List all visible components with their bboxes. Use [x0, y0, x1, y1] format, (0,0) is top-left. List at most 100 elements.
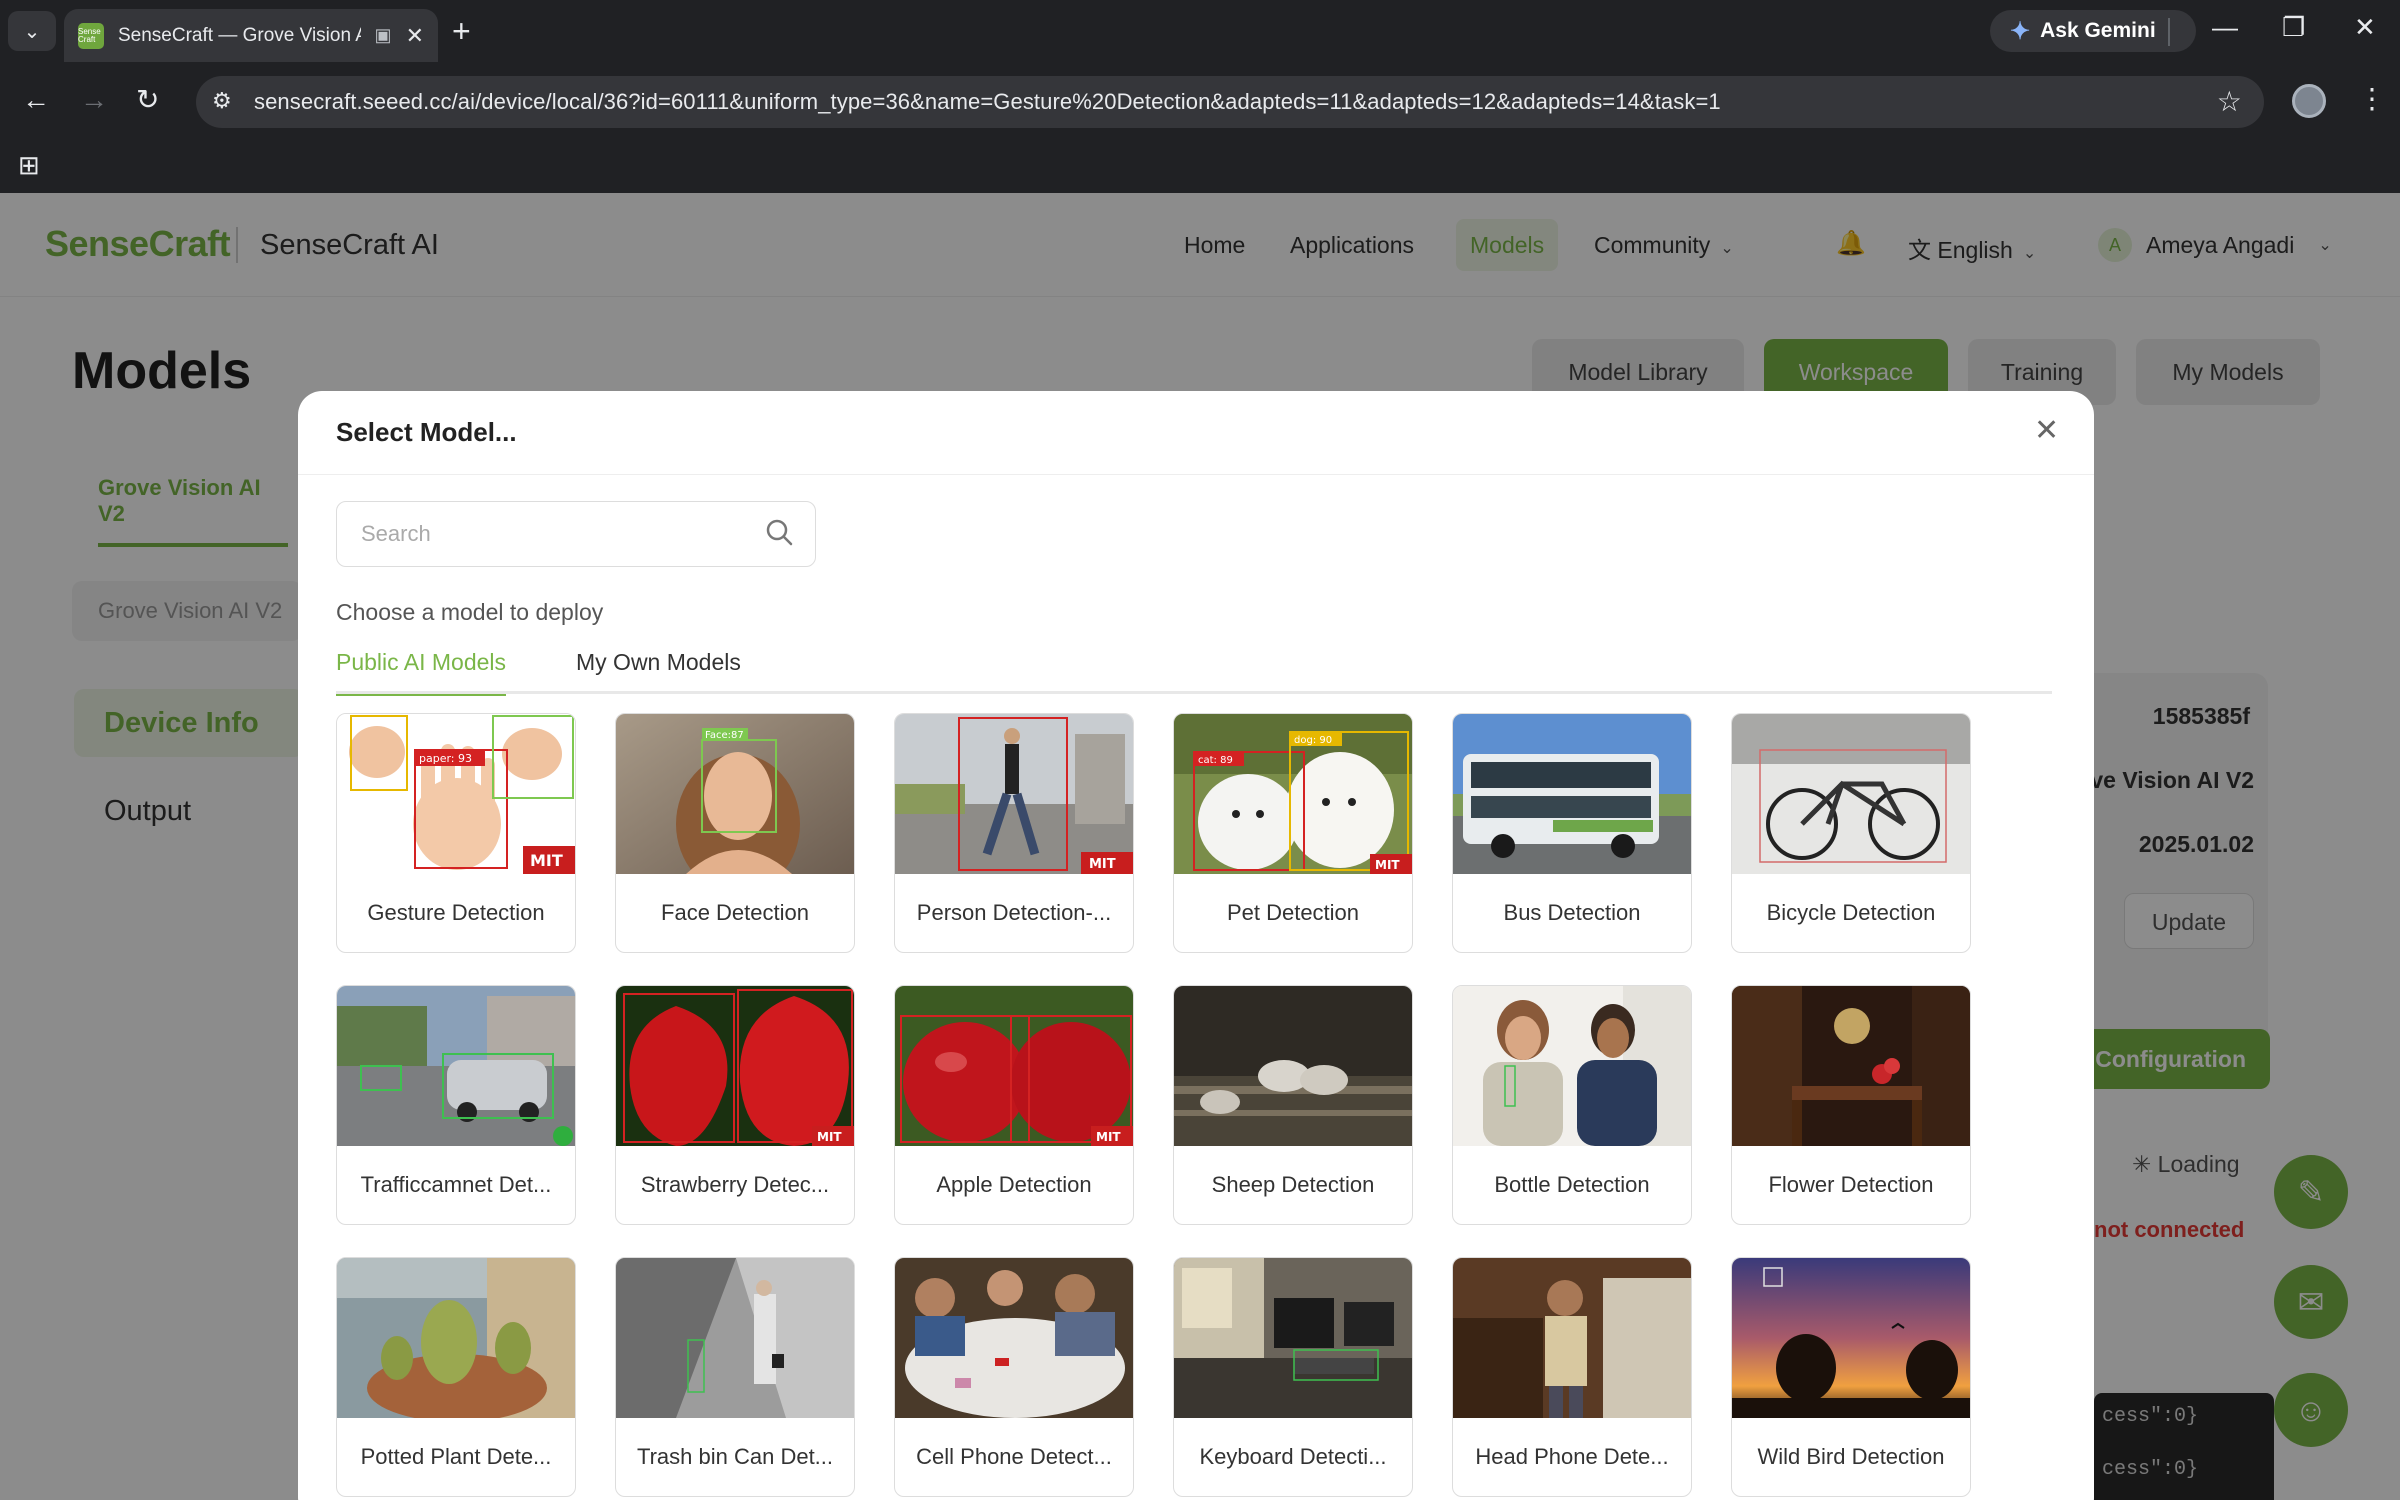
- model-card-bus[interactable]: Bus Detection: [1452, 713, 1692, 953]
- choose-hint: Choose a model to deploy: [336, 599, 604, 625]
- model-card-person[interactable]: MIT Person Detection-...: [894, 713, 1134, 953]
- bicycle-thumb: [1732, 714, 1970, 874]
- bus-thumb: [1453, 714, 1691, 874]
- model-name: Keyboard Detecti...: [1199, 1444, 1387, 1469]
- url-text: sensecraft.seeed.cc/ai/device/local/36?i…: [254, 89, 1721, 114]
- model-thumbnail: [1732, 1258, 1970, 1418]
- close-window-button[interactable]: ✕: [2354, 12, 2376, 43]
- sheep-thumb: [1174, 986, 1412, 1146]
- model-name: Person Detection-...: [916, 900, 1112, 925]
- search-input[interactable]: [336, 501, 816, 567]
- model-thumbnail: [337, 986, 575, 1146]
- gemini-icon: ✦: [2010, 17, 2031, 45]
- model-card-potted-plant[interactable]: Potted Plant Dete...: [336, 1257, 576, 1497]
- model-thumbnail: [1174, 986, 1412, 1146]
- keyboard-thumb: [1174, 1258, 1412, 1418]
- model-thumbnail: MIT: [895, 986, 1133, 1146]
- pet-thumb: cat: 89 dog: 90 MIT: [1174, 714, 1412, 874]
- model-thumbnail: MIT: [895, 714, 1133, 874]
- address-bar[interactable]: ⚙ sensecraft.seeed.cc/ai/device/local/36…: [196, 76, 2264, 128]
- tab-my-own-models[interactable]: My Own Models: [576, 649, 741, 692]
- thumb-label: Face:87: [705, 730, 744, 741]
- model-card-bottle[interactable]: Bottle Detection: [1452, 985, 1692, 1225]
- bookmark-star-icon[interactable]: ☆: [2217, 85, 2242, 118]
- tab-strip: ⌄ Sense Craft SenseCraft — Grove Vision …: [0, 0, 2400, 62]
- model-card-cell-phone[interactable]: Cell Phone Detect...: [894, 1257, 1134, 1497]
- tab-public-ai-models[interactable]: Public AI Models: [336, 649, 507, 696]
- gesture-thumb: paper: 93 MIT: [337, 714, 575, 874]
- model-thumbnail: [1453, 1258, 1691, 1418]
- model-name: Strawberry Detec...: [640, 1172, 830, 1197]
- model-card-face[interactable]: Face:87 Face Detection: [615, 713, 855, 953]
- person-thumb: MIT: [895, 714, 1133, 874]
- tab-media-icon: ▣: [374, 25, 392, 45]
- model-thumbnail: paper: 93 MIT: [337, 714, 575, 874]
- mit-badge: MIT: [1089, 857, 1116, 872]
- trash-bin-thumb: [616, 1258, 854, 1418]
- profile-avatar[interactable]: [2292, 84, 2326, 118]
- wild-bird-thumb: [1732, 1258, 1970, 1418]
- model-name: Sheep Detection: [1211, 1172, 1375, 1197]
- search-icon[interactable]: [764, 517, 794, 547]
- model-card-flower[interactable]: Flower Detection: [1731, 985, 1971, 1225]
- model-card-apple[interactable]: MIT Apple Detection: [894, 985, 1134, 1225]
- head-phone-thumb: [1453, 1258, 1691, 1418]
- model-thumbnail: [895, 1258, 1133, 1418]
- mit-badge: MIT: [1375, 858, 1400, 872]
- model-thumbnail: [1732, 714, 1970, 874]
- model-thumbnail: [1174, 1258, 1412, 1418]
- model-card-pet[interactable]: cat: 89 dog: 90 MIT Pet Detection: [1173, 713, 1413, 953]
- minimize-button[interactable]: —: [2212, 12, 2238, 43]
- strawberry-thumb: MIT: [616, 986, 854, 1146]
- browser-menu-icon[interactable]: ⋮: [2358, 82, 2386, 115]
- dialog-header: Select Model... ✕: [298, 391, 2094, 475]
- traffic-thumb: [337, 986, 575, 1146]
- model-card-strawberry[interactable]: MIT Strawberry Detec...: [615, 985, 855, 1225]
- model-thumbnail: [1453, 714, 1691, 874]
- model-name: Apple Detection: [936, 1172, 1092, 1197]
- model-name: Gesture Detection: [367, 900, 545, 925]
- model-name: Bottle Detection: [1494, 1172, 1650, 1197]
- model-thumbnail: [1453, 986, 1691, 1146]
- forward-button[interactable]: →: [80, 82, 108, 118]
- web-page: SenseCraft SenseCraft AI Home Applicatio…: [0, 193, 2400, 1500]
- reload-button[interactable]: ↻: [136, 82, 159, 118]
- browser-toolbar: ← → ↻ ⚙ sensecraft.seeed.cc/ai/device/lo…: [0, 70, 2400, 132]
- browser-chrome: ⌄ Sense Craft SenseCraft — Grove Vision …: [0, 0, 2400, 193]
- model-card-trafficcamnet[interactable]: Trafficcamnet Det...: [336, 985, 576, 1225]
- restore-button[interactable]: ❐: [2282, 12, 2305, 43]
- browser-tab[interactable]: Sense Craft SenseCraft — Grove Vision AI…: [64, 9, 438, 62]
- model-card-wild-bird[interactable]: Wild Bird Detection: [1731, 1257, 1971, 1497]
- model-card-trash-bin[interactable]: Trash bin Can Det...: [615, 1257, 855, 1497]
- potted-plant-thumb: [337, 1258, 575, 1418]
- model-name: Head Phone Dete...: [1475, 1444, 1669, 1469]
- back-button[interactable]: ←: [22, 82, 50, 118]
- model-name: Face Detection: [661, 900, 809, 925]
- chevron-down-icon: ⌄: [23, 20, 41, 43]
- model-name: Bus Detection: [1503, 900, 1641, 925]
- tab-search-button[interactable]: ⌄: [8, 11, 56, 51]
- face-thumb: Face:87: [616, 714, 854, 874]
- model-thumbnail: [1732, 986, 1970, 1146]
- model-card-gesture[interactable]: paper: 93 MIT Gesture Detection: [336, 713, 576, 953]
- apps-grid-icon[interactable]: ⊞: [18, 150, 40, 181]
- tab-close-icon[interactable]: ✕: [406, 23, 424, 49]
- gemini-label: Ask Gemini: [2040, 19, 2156, 42]
- select-model-dialog: Select Model... ✕ Choose a model to depl…: [298, 391, 2094, 1500]
- model-card-sheep[interactable]: Sheep Detection: [1173, 985, 1413, 1225]
- model-name: Trash bin Can Det...: [636, 1444, 834, 1469]
- favicon: Sense Craft: [78, 22, 104, 49]
- model-name: Trafficcamnet Det...: [360, 1172, 552, 1197]
- cell-phone-thumb: [895, 1258, 1133, 1418]
- flower-thumb: [1732, 986, 1970, 1146]
- bottle-thumb: [1453, 986, 1691, 1146]
- model-card-bicycle[interactable]: Bicycle Detection: [1731, 713, 1971, 953]
- model-card-keyboard[interactable]: Keyboard Detecti...: [1173, 1257, 1413, 1497]
- close-icon[interactable]: ✕: [2034, 413, 2059, 448]
- model-card-head-phone[interactable]: Head Phone Dete...: [1452, 1257, 1692, 1497]
- new-tab-button[interactable]: +: [452, 14, 471, 48]
- tabs-divider: [336, 691, 2052, 694]
- model-thumbnail: MIT: [616, 986, 854, 1146]
- site-info-icon[interactable]: ⚙: [212, 88, 232, 114]
- ask-gemini-button[interactable]: ✦ Ask Gemini: [1990, 10, 2196, 52]
